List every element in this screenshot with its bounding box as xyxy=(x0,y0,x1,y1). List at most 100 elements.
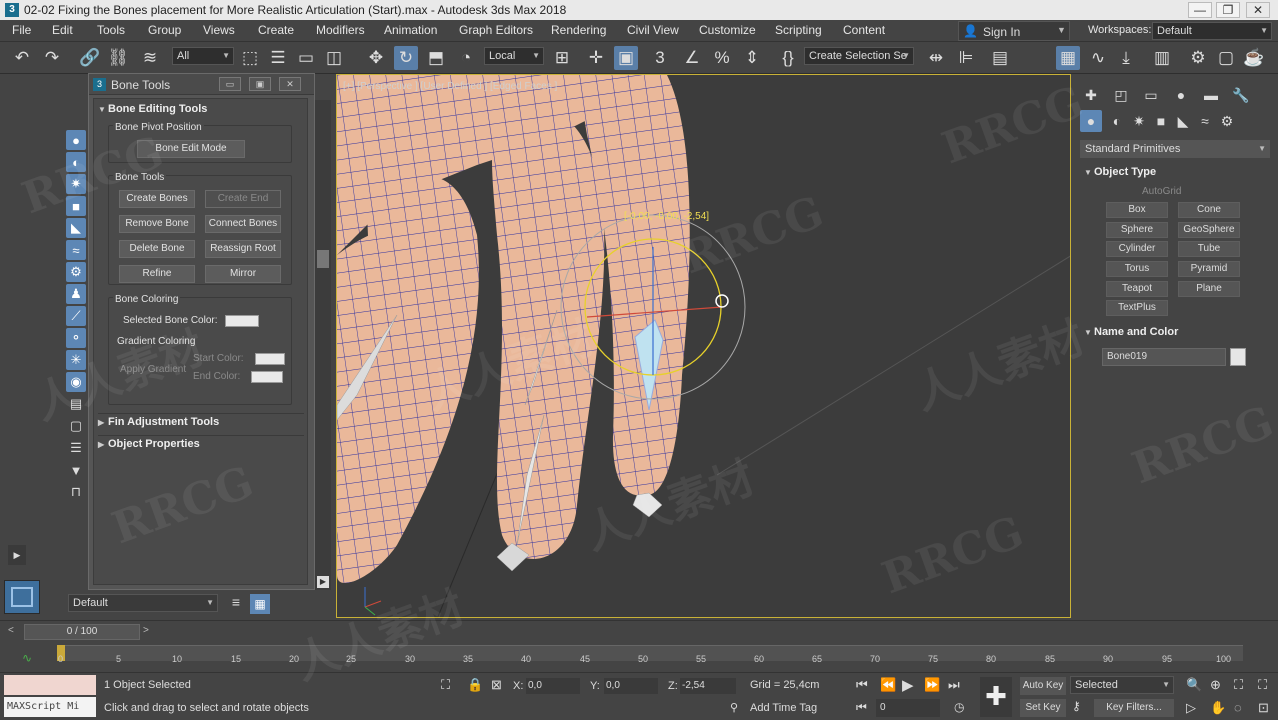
next-frame-icon[interactable]: > xyxy=(143,625,149,636)
maxscript-listener-top[interactable] xyxy=(4,675,96,695)
x-coordinate-field[interactable]: 0,0 xyxy=(526,678,580,694)
close-icon[interactable]: ✕ xyxy=(279,77,301,91)
menu-customize[interactable]: Customize xyxy=(699,23,756,37)
systems-icon[interactable]: ⚙ xyxy=(66,262,86,282)
viewport-layout-icon[interactable] xyxy=(4,580,40,614)
remove-bone-button[interactable]: Remove Bone xyxy=(119,215,195,233)
selected-bone-color-swatch[interactable] xyxy=(225,315,259,327)
keyboard-shortcut-override-icon[interactable]: ▣ xyxy=(614,46,638,70)
maxscript-mini-listener[interactable]: MAXScript Mi xyxy=(4,697,96,717)
y-coordinate-field[interactable]: 0,0 xyxy=(604,678,658,694)
selection-filter-dropdown[interactable]: All xyxy=(172,47,234,65)
fin-adjustment-rollout[interactable]: ▶ Fin Adjustment Tools xyxy=(98,413,304,428)
next-frame-icon[interactable]: ⏩ xyxy=(924,677,940,693)
key-mode-icon[interactable]: ⏮ xyxy=(856,700,867,715)
sign-in-dropdown[interactable]: 👤 Sign In ▼ xyxy=(958,21,1070,41)
snaps-toggle-icon[interactable]: 3 xyxy=(648,46,672,70)
mirror-icon[interactable]: ⇹ xyxy=(924,46,948,70)
hierarchy-icon[interactable]: ⊓ xyxy=(66,482,86,502)
modify-tab-icon[interactable]: ◰ xyxy=(1110,84,1132,106)
minimize-button[interactable]: — xyxy=(1188,2,1212,18)
object-type-rollout[interactable]: ▼ Object Type xyxy=(1084,166,1278,178)
link-icon[interactable]: 🔗 xyxy=(78,46,102,70)
geosphere-button[interactable]: GeoSphere xyxy=(1178,222,1240,238)
teapot-button[interactable]: Teapot xyxy=(1106,281,1168,297)
undo-icon[interactable]: ↶ xyxy=(10,46,34,70)
layers-stack-icon[interactable]: ≡ xyxy=(226,594,246,614)
material-editor-icon[interactable]: ▥ xyxy=(1150,46,1174,70)
set-key-button[interactable]: Set Key xyxy=(1020,699,1066,717)
zoom-icon[interactable]: 🔍 xyxy=(1186,677,1202,693)
cameras-icon[interactable]: ■ xyxy=(66,196,86,216)
previous-frame-icon[interactable]: ⏪ xyxy=(880,677,896,693)
spinner-snap-icon[interactable]: ⇕ xyxy=(740,46,764,70)
isolate-selection-icon[interactable]: ⛶ xyxy=(441,677,450,693)
schematic-view-icon[interactable]: ⤓ xyxy=(1114,46,1138,70)
bone-tools-titlebar[interactable]: 3 Bone Tools ▭ ▣ ✕ xyxy=(89,74,314,95)
menu-edit[interactable]: Edit xyxy=(52,23,73,37)
funnel-icon[interactable]: ▼ xyxy=(66,460,86,480)
mirror-button[interactable]: Mirror xyxy=(205,265,281,283)
object-properties-rollout[interactable]: ▶ Object Properties xyxy=(98,435,304,450)
named-selection-dropdown[interactable]: Create Selection Se xyxy=(804,47,914,65)
expand-arrow-icon[interactable]: ▶ xyxy=(8,545,26,565)
current-frame-field[interactable]: 0 xyxy=(876,699,940,717)
percent-snap-icon[interactable]: % xyxy=(710,46,734,70)
geometry-icon[interactable]: ● xyxy=(66,130,86,150)
utilities-tab-icon[interactable]: 🔧 xyxy=(1230,84,1252,106)
pyramid-button[interactable]: Pyramid xyxy=(1178,261,1240,277)
cameras-category-icon[interactable]: ■ xyxy=(1150,110,1172,132)
maximize-viewport-icon[interactable]: ⊡ xyxy=(1258,700,1269,716)
redo-icon[interactable]: ↷ xyxy=(40,46,64,70)
scroll-right-icon[interactable]: ▶ xyxy=(317,576,329,588)
menu-tools[interactable]: Tools xyxy=(97,23,125,37)
menu-graph-editors[interactable]: Graph Editors xyxy=(459,23,533,37)
spacewarps-category-icon[interactable]: ≈ xyxy=(1194,110,1216,132)
object-name-field[interactable]: Bone019 xyxy=(1102,348,1226,366)
bone-objects-icon[interactable]: ♟ xyxy=(66,284,86,304)
align-icon[interactable]: ⊫ xyxy=(954,46,978,70)
display-tab-icon[interactable]: ▬ xyxy=(1200,84,1222,106)
spacewarps-icon[interactable]: ≈ xyxy=(66,240,86,260)
bone-edit-mode-button[interactable]: Bone Edit Mode xyxy=(137,140,245,158)
refine-button[interactable]: Refine xyxy=(119,265,195,283)
key-filter-icon[interactable]: ⚷ xyxy=(1072,699,1081,713)
menu-rendering[interactable]: Rendering xyxy=(551,23,606,37)
curve-editor-icon[interactable]: ∿ xyxy=(1086,46,1110,70)
manipulate-icon[interactable]: ✛ xyxy=(584,46,608,70)
go-to-start-icon[interactable]: ⏮ xyxy=(856,677,868,693)
go-to-end-icon[interactable]: ⏭ xyxy=(948,677,960,693)
grid-icon[interactable]: ✳ xyxy=(66,350,86,370)
scene-explorer-icon[interactable]: ▦ xyxy=(250,594,270,614)
select-by-name-icon[interactable]: ☰ xyxy=(266,46,290,70)
rectangular-selection-icon[interactable]: ▭ xyxy=(294,46,318,70)
menu-file[interactable]: File xyxy=(12,23,31,37)
bind-spacewarp-icon[interactable]: ≋ xyxy=(138,46,162,70)
scrollbar[interactable]: ▶ xyxy=(315,100,331,590)
menu-content[interactable]: Content xyxy=(843,23,885,37)
workspace-dropdown[interactable]: Default xyxy=(1152,22,1272,40)
minimize-icon[interactable]: ▭ xyxy=(219,77,241,91)
window-crossing-icon[interactable]: ◫ xyxy=(322,46,346,70)
render-icon[interactable]: ☕ xyxy=(1242,46,1266,70)
helpers-icon[interactable]: ◣ xyxy=(66,218,86,238)
menu-group[interactable]: Group xyxy=(148,23,181,37)
field-of-view-icon[interactable]: ▷ xyxy=(1186,700,1196,716)
restore-button[interactable]: ❐ xyxy=(1216,2,1240,18)
layer-explorer-icon[interactable]: ▦ xyxy=(1056,46,1080,70)
menu-animation[interactable]: Animation xyxy=(384,23,437,37)
orbit-icon[interactable]: ◌ xyxy=(1234,700,1242,715)
start-color-swatch[interactable] xyxy=(255,353,285,365)
hierarchy-tab-icon[interactable]: ▭ xyxy=(1140,84,1162,106)
lights-category-icon[interactable]: ✷ xyxy=(1128,110,1150,132)
bone-editing-rollout[interactable]: ▼ Bone Editing Tools xyxy=(98,103,304,115)
autogrid-checkbox[interactable]: AutoGrid xyxy=(1142,186,1181,197)
maximize-icon[interactable]: ▣ xyxy=(249,77,271,91)
object-color-swatch[interactable] xyxy=(1230,348,1246,366)
angle-snap-icon[interactable]: ∠ xyxy=(680,46,704,70)
prev-frame-icon[interactable]: < xyxy=(8,625,14,636)
edit-named-selections-icon[interactable]: {} xyxy=(776,46,800,70)
select-move-icon[interactable]: ✥ xyxy=(364,46,388,70)
helpers-category-icon[interactable]: ◣ xyxy=(1172,110,1194,132)
apply-gradient-button[interactable]: Apply Gradient xyxy=(120,364,186,375)
